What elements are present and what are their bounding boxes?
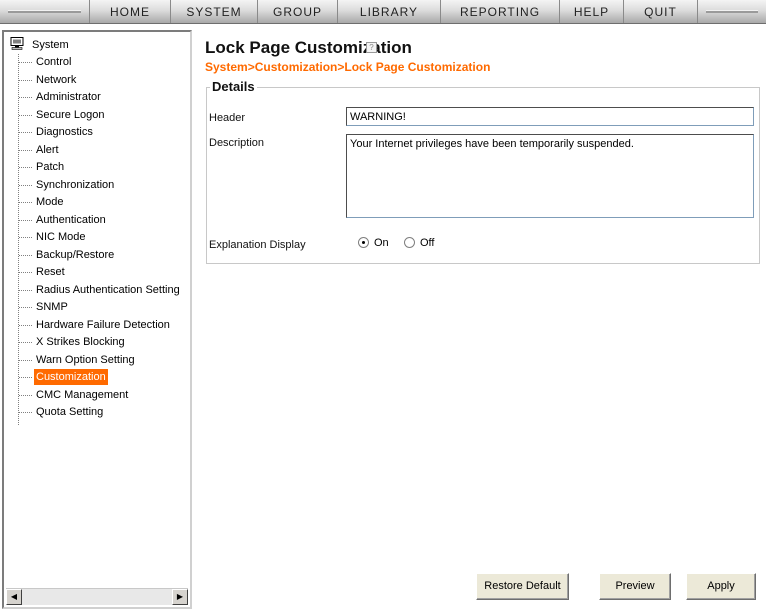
tree-connector: [19, 272, 32, 273]
tree-item[interactable]: Reset: [34, 264, 67, 280]
tree-item[interactable]: Customization: [34, 369, 108, 385]
tree-connector: [19, 149, 32, 151]
horizontal-scrollbar[interactable]: ◀ ▶: [6, 588, 188, 605]
tree-connector: [19, 237, 32, 238]
tree-item[interactable]: Mode: [34, 194, 66, 210]
tree-connector: [19, 342, 32, 343]
tree-item[interactable]: Secure Logon: [34, 107, 107, 123]
tree-connector: [18, 54, 19, 425]
tree-connector: [19, 97, 32, 98]
tree-connector: [19, 132, 32, 133]
tree-connector: [19, 359, 32, 361]
tree-item[interactable]: NIC Mode: [34, 229, 88, 245]
menu-bar-decoration: [698, 0, 766, 23]
header-label: Header: [209, 112, 246, 124]
scroll-right-icon[interactable]: ▶: [172, 589, 188, 605]
tree-item[interactable]: Administrator: [34, 89, 103, 105]
menu-quit[interactable]: QUIT: [624, 0, 698, 23]
explanation-display-label: Explanation Display: [209, 239, 306, 251]
details-legend: Details: [210, 79, 257, 94]
apply-button[interactable]: Apply: [686, 573, 756, 600]
menu-system[interactable]: SYSTEM: [171, 0, 258, 23]
tree-connector: [19, 394, 32, 396]
tree-connector: [19, 254, 32, 256]
tree-item[interactable]: Warn Option Setting: [34, 352, 137, 368]
explanation-off-label: Off: [420, 237, 435, 249]
tree-connector: [19, 324, 32, 326]
tree-item[interactable]: Alert: [34, 142, 61, 158]
help-icon[interactable]: ?: [366, 42, 377, 53]
tree-connector: [19, 62, 32, 63]
menu-reporting[interactable]: REPORTING: [441, 0, 560, 23]
menu-group[interactable]: GROUP: [258, 0, 338, 23]
tree-item[interactable]: X Strikes Blocking: [34, 334, 127, 350]
restore-default-button[interactable]: Restore Default: [476, 573, 569, 600]
description-textarea[interactable]: Your Internet privileges have been tempo…: [346, 134, 754, 218]
tree-connector: [19, 377, 32, 378]
tree-item[interactable]: Diagnostics: [34, 124, 95, 140]
tree-connector: [19, 184, 32, 186]
explanation-on-label: On: [374, 237, 389, 249]
tree-connector: [19, 114, 32, 116]
top-menu-bar: HOME SYSTEM GROUP LIBRARY REPORTING HELP…: [0, 0, 766, 24]
description-label: Description: [209, 137, 265, 149]
tree-item[interactable]: SNMP: [34, 299, 70, 315]
tree-connector: [19, 412, 32, 413]
tree-item[interactable]: Radius Authentication Setting: [34, 282, 182, 298]
tree-item[interactable]: Hardware Failure Detection: [34, 317, 172, 333]
explanation-off-radio[interactable]: [404, 237, 415, 248]
header-input[interactable]: [346, 107, 754, 126]
tree-item[interactable]: Patch: [34, 159, 66, 175]
explanation-on-radio[interactable]: [358, 237, 369, 248]
navigation-tree: System Control Network Administrator Secure…: [2, 30, 192, 609]
menu-home[interactable]: HOME: [90, 0, 171, 23]
tree-item[interactable]: Backup/Restore: [34, 247, 116, 263]
menu-bar-decoration: [0, 0, 90, 23]
menu-library[interactable]: LIBRARY: [338, 0, 441, 23]
page-title: Lock Page Customization: [205, 38, 412, 57]
tree-item[interactable]: Authentication: [34, 212, 108, 228]
tree-connector: [19, 202, 32, 203]
tree-connector: [19, 167, 32, 168]
tree-item[interactable]: Network: [34, 72, 78, 88]
preview-button[interactable]: Preview: [599, 573, 671, 600]
breadcrumb: System>Customization>Lock Page Customiza…: [205, 60, 491, 74]
tree-connector: [19, 219, 32, 221]
tree-item[interactable]: CMC Management: [34, 387, 130, 403]
tree-connector: [19, 289, 32, 291]
tree-connector: [19, 307, 32, 308]
menu-help[interactable]: HELP: [560, 0, 624, 23]
tree-item[interactable]: Control: [34, 54, 73, 70]
tree-connector: [19, 79, 32, 81]
tree-root-system[interactable]: System: [32, 38, 69, 52]
tree-item[interactable]: Synchronization: [34, 177, 116, 193]
tree-item[interactable]: Quota Setting: [34, 404, 105, 420]
scroll-left-icon[interactable]: ◀: [6, 589, 22, 605]
computer-icon: [10, 37, 24, 50]
